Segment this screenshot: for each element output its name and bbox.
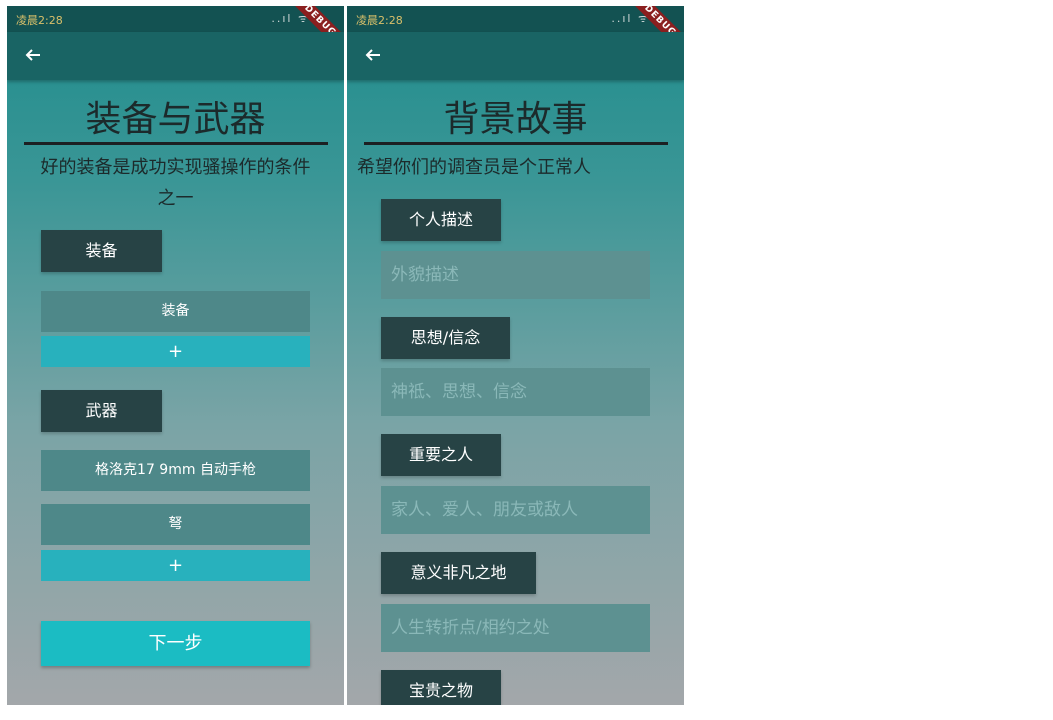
title-divider — [364, 142, 668, 145]
add-weapon-button[interactable]: + — [41, 550, 310, 581]
status-bar: 凌晨2:28 ..ıl ᯤ — [347, 6, 684, 32]
weapon-section-button[interactable]: 武器 — [41, 390, 162, 432]
meaningful-place-button[interactable]: 意义非凡之地 — [381, 552, 536, 594]
title-divider — [24, 142, 328, 145]
backstory-screen: 凌晨2:28 ..ıl ᯤ DEBUG 背景故事 希望你们的调查员是个正常人 个… — [347, 6, 684, 705]
equipment-section-button[interactable]: 装备 — [41, 230, 162, 272]
app-bar — [347, 32, 684, 80]
weapon-item[interactable]: 弩 — [41, 504, 310, 545]
add-equipment-button[interactable]: + — [41, 336, 310, 367]
weapon-item[interactable]: 格洛克17 9mm 自动手枪 — [41, 450, 310, 491]
page-title: 装备与武器 — [85, 99, 266, 140]
treasured-possession-button[interactable]: 宝贵之物 — [381, 670, 501, 705]
back-arrow-icon[interactable] — [23, 45, 43, 65]
page-title: 背景故事 — [443, 99, 588, 140]
important-people-field[interactable]: 家人、爱人、朋友或敌人 — [381, 486, 650, 534]
important-people-button[interactable]: 重要之人 — [381, 434, 501, 476]
appearance-field[interactable]: 外貌描述 — [381, 251, 650, 299]
personal-description-button[interactable]: 个人描述 — [381, 199, 501, 241]
status-bar: 凌晨2:28 ..ıl ᯤ — [7, 6, 344, 32]
page-subtitle: 好的装备是成功实现骚操作的条件之一 — [40, 157, 311, 209]
back-arrow-icon[interactable] — [363, 45, 383, 65]
meaningful-place-field[interactable]: 人生转折点/相约之处 — [381, 604, 650, 652]
status-time: 凌晨2:28 — [16, 14, 63, 27]
page-subtitle: 希望你们的调查员是个正常人 — [357, 157, 591, 178]
next-step-button[interactable]: 下一步 — [41, 621, 310, 666]
equipment-item[interactable]: 装备 — [41, 291, 310, 332]
app-bar — [7, 32, 344, 80]
beliefs-field[interactable]: 神祗、思想、信念 — [381, 368, 650, 416]
status-time: 凌晨2:28 — [356, 14, 403, 27]
equipment-screen: 凌晨2:28 ..ıl ᯤ DEBUG 装备与武器 好的装备是成功实现骚操作的条… — [7, 6, 344, 705]
beliefs-button[interactable]: 思想/信念 — [381, 317, 510, 359]
